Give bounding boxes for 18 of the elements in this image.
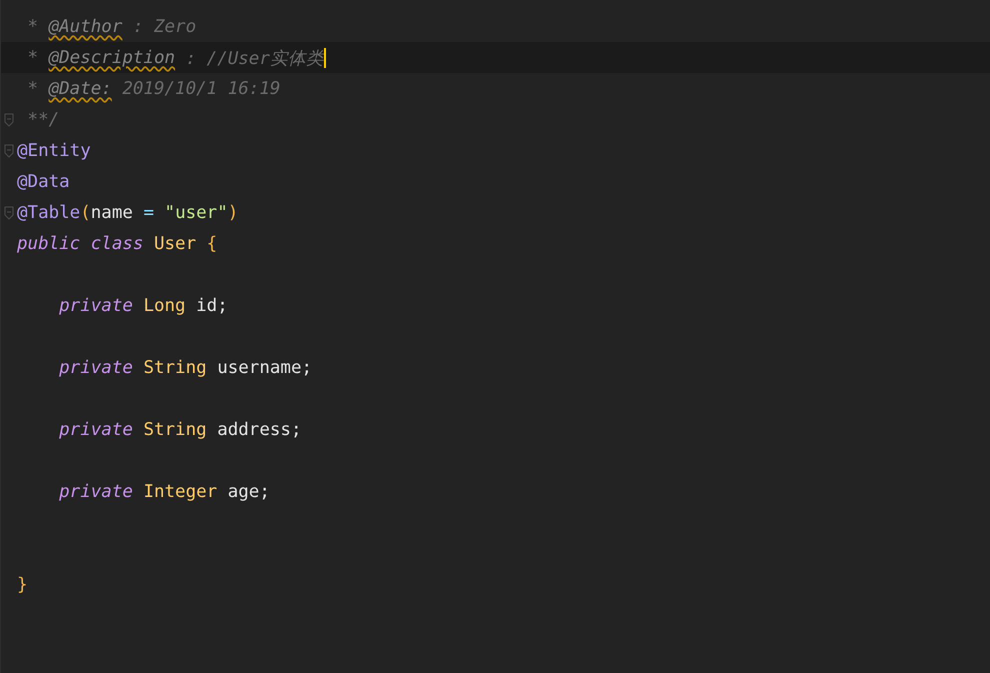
code-editor[interactable] — [0, 0, 990, 673]
text-cursor — [324, 48, 326, 68]
code-line: private String username; — [58, 358, 312, 378]
code-line: * @Date: 2019/10/1 16:19 — [26, 78, 280, 98]
code-line: **/ — [26, 110, 60, 130]
code-line: @Entity — [17, 140, 91, 160]
fold-marker-icon[interactable] — [4, 206, 14, 220]
code-line: * @Description : //User实体类 — [26, 46, 324, 70]
code-line: * @Author : Zero — [26, 16, 196, 36]
code-line: private Long id; — [58, 296, 228, 316]
code-line: private String address; — [58, 420, 302, 440]
fold-marker-icon[interactable] — [4, 144, 14, 158]
fold-marker-icon[interactable] — [4, 112, 14, 126]
code-line: } — [17, 574, 28, 594]
code-line: private Integer age; — [58, 482, 270, 502]
code-line: @Table(name = "user") — [17, 202, 238, 222]
code-line: @Data — [17, 172, 70, 192]
code-line: public class User { — [17, 234, 218, 254]
